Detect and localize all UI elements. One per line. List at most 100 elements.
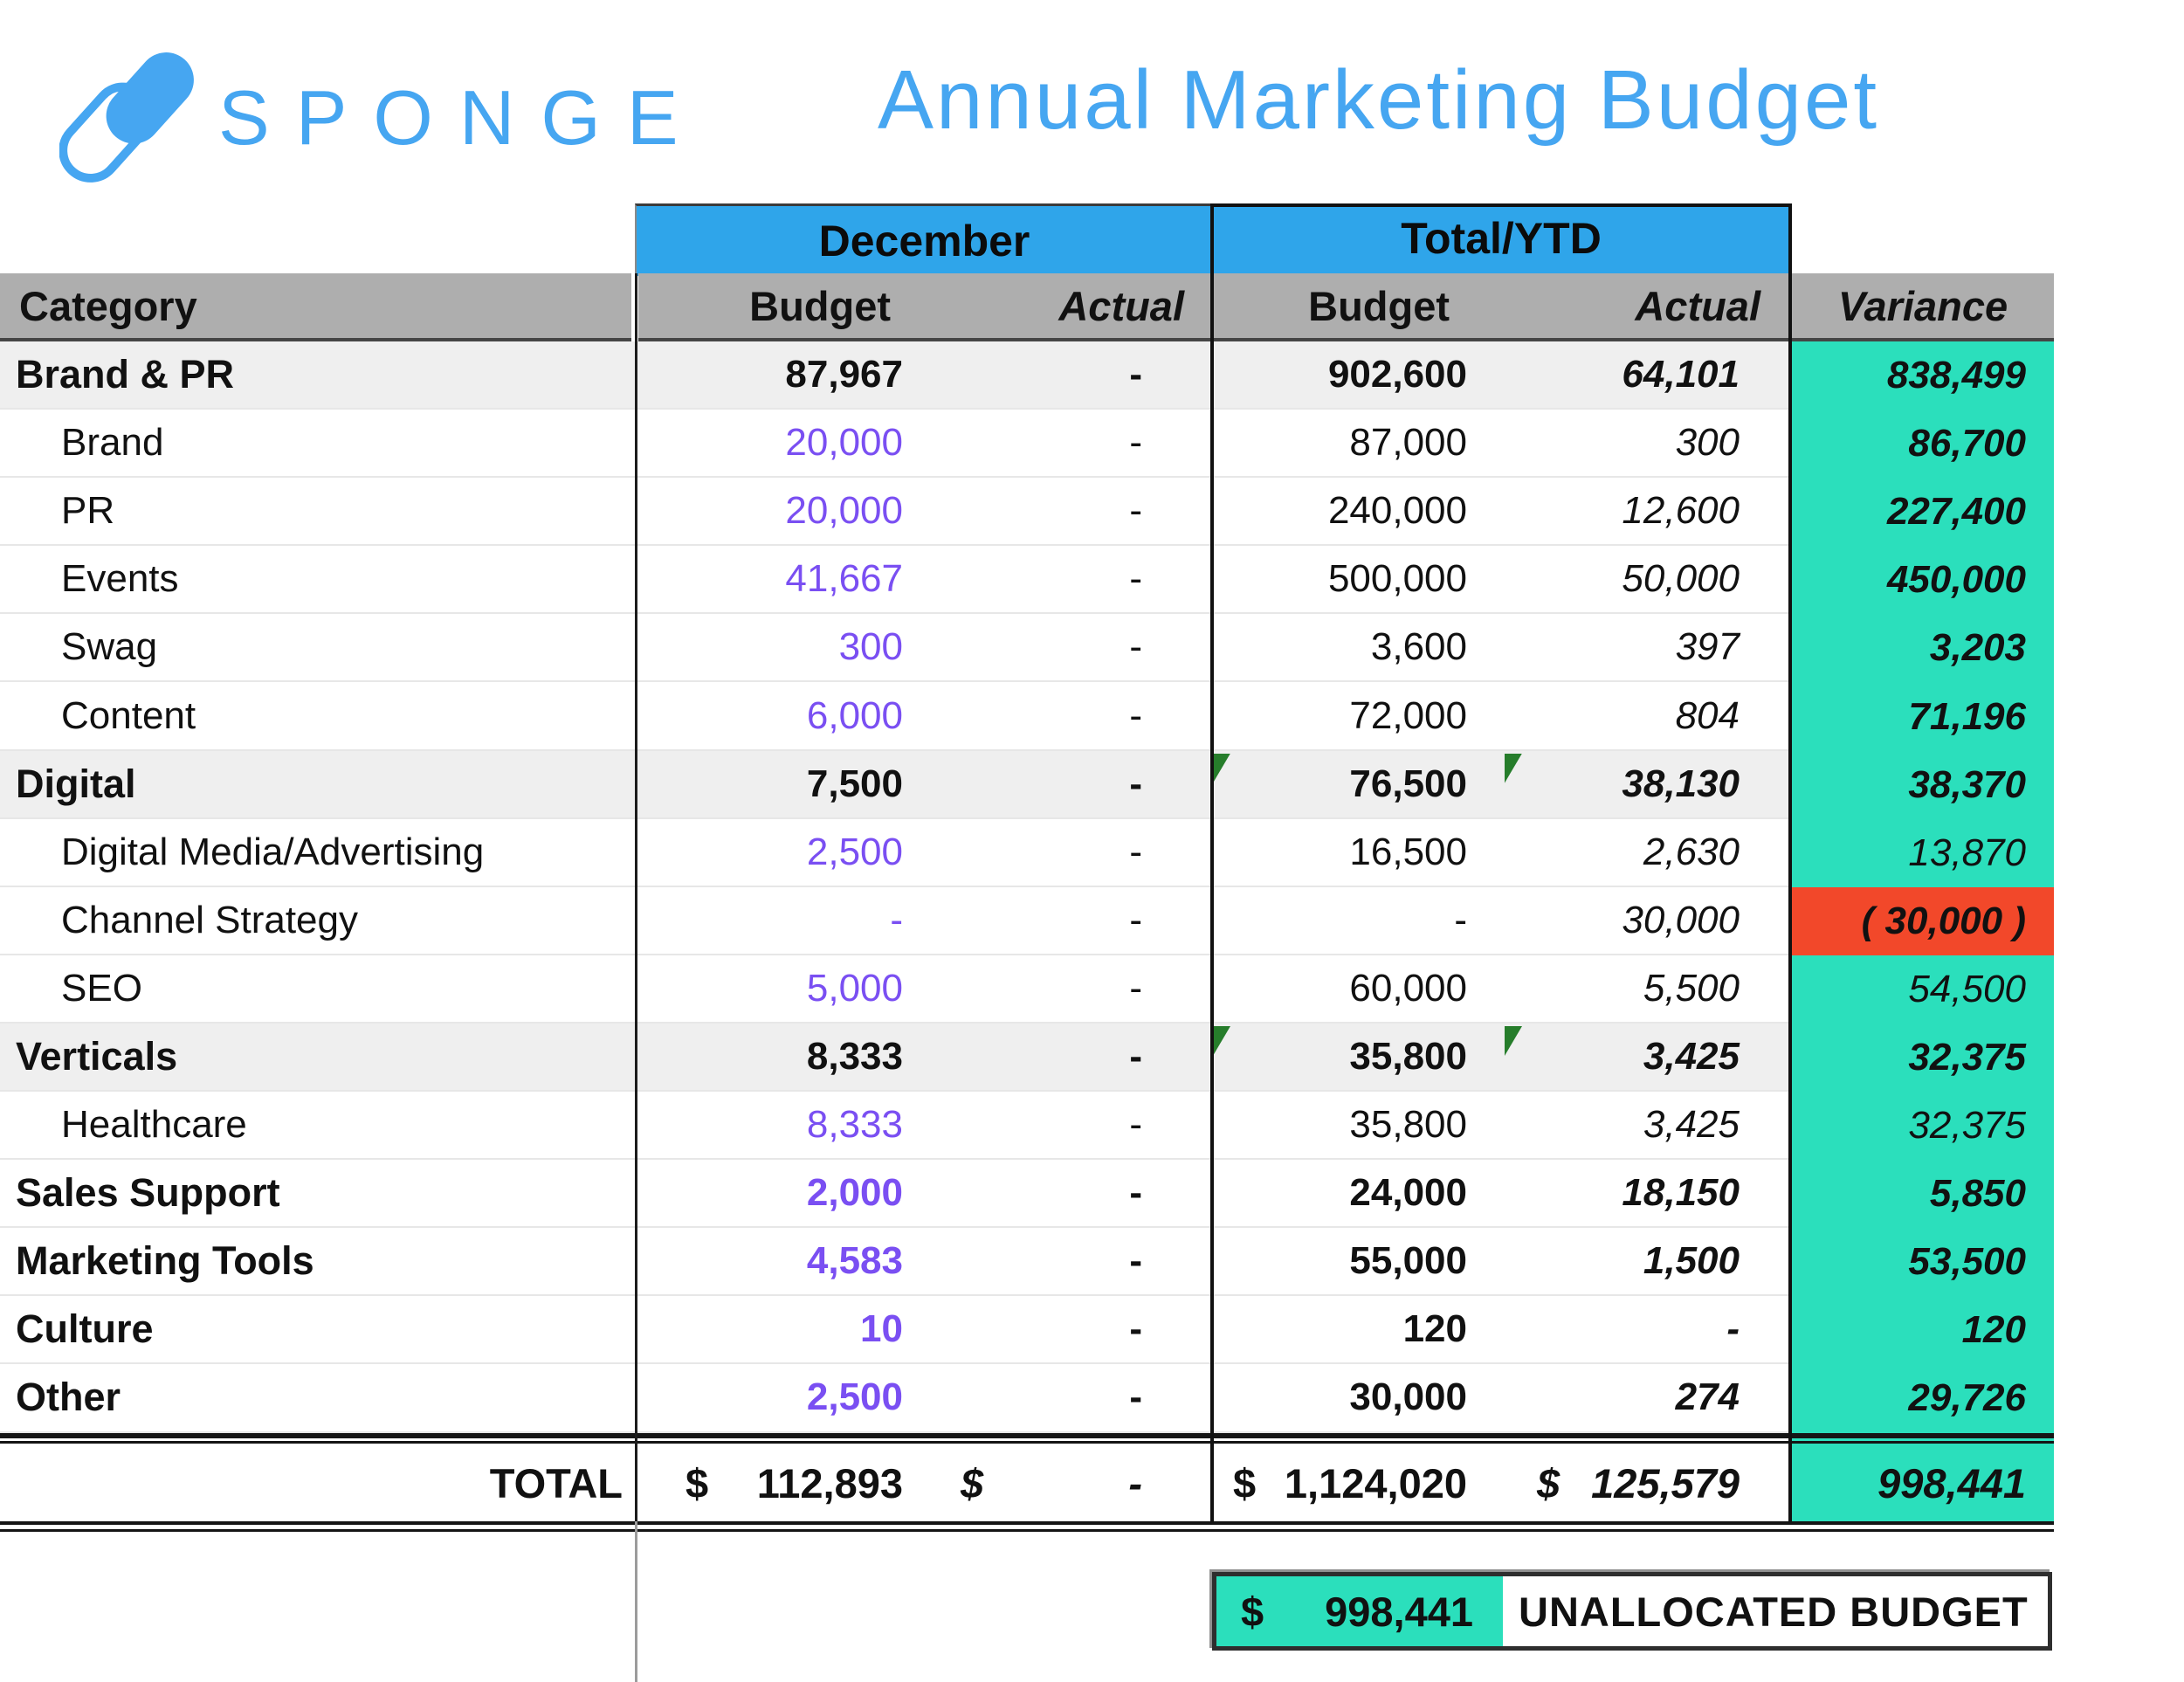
- cell-ytd-actual: 12,600: [1502, 478, 1792, 546]
- cell-category: Marketing Tools: [0, 1228, 635, 1296]
- total-dec-actual-value: -: [1128, 1459, 1142, 1507]
- cell-variance: 5,850: [1792, 1160, 2054, 1228]
- cell-dec-budget: 8,333: [635, 1092, 922, 1160]
- total-ytd-budget: $ 1,124,020: [1210, 1445, 1502, 1520]
- cell-variance: 53,500: [1792, 1228, 2054, 1296]
- cell-dec-budget: 5,000: [635, 955, 922, 1024]
- header-ytd-columns: Budget Actual: [1214, 273, 1792, 341]
- cell-dec-actual: -: [922, 682, 1210, 750]
- cell-dec-actual: -: [922, 1228, 1210, 1296]
- cell-category: Culture: [0, 1296, 635, 1364]
- total-dec-budget: $ 112,893: [635, 1445, 922, 1520]
- header-budget-december: Budget: [638, 273, 922, 338]
- cell-variance: 71,196: [1792, 682, 2054, 750]
- double-rule-bottom-1: [0, 1521, 2054, 1525]
- cell-category: Brand: [0, 410, 635, 478]
- total-row: TOTAL $ 112,893 $ - $ 1,124,020 $ 125,57…: [0, 1445, 2054, 1520]
- header-actual-december: Actual: [922, 273, 1210, 338]
- unallocated-label: UNALLOCATED BUDGET: [1503, 1576, 2048, 1646]
- cell-dec-actual: -: [922, 1364, 1210, 1432]
- cell-ytd-actual: 3,425: [1502, 1092, 1792, 1160]
- cell-dec-budget: 300: [635, 614, 922, 682]
- cell-dec-actual: -: [922, 1296, 1210, 1364]
- cell-dec-actual: -: [922, 614, 1210, 682]
- cell-ytd-budget: -: [1210, 887, 1502, 955]
- cell-ytd-actual: 18,150: [1502, 1160, 1792, 1228]
- header-budget-ytd: Budget: [1214, 273, 1502, 338]
- column-divider-line: [635, 273, 637, 1521]
- cell-category: PR: [0, 478, 635, 546]
- header-category: Category: [0, 273, 631, 341]
- cell-dec-budget: 2,000: [635, 1160, 922, 1228]
- cell-dec-actual: -: [922, 410, 1210, 478]
- cell-ytd-budget: 24,000: [1210, 1160, 1502, 1228]
- total-label: TOTAL: [0, 1445, 635, 1520]
- total-ytd-budget-value: 1,124,020: [1285, 1459, 1467, 1507]
- cell-dec-actual: -: [922, 478, 1210, 546]
- cell-dec-actual: -: [922, 751, 1210, 819]
- logo-text: SPONGE: [218, 73, 705, 162]
- cell-variance: 3,203: [1792, 614, 2054, 682]
- cell-dec-actual: -: [922, 887, 1210, 955]
- error-flag-icon: [1505, 1026, 1522, 1056]
- cell-category: Digital: [0, 751, 635, 819]
- cell-ytd-budget: 500,000: [1210, 546, 1502, 614]
- cell-ytd-actual: 274: [1502, 1364, 1792, 1432]
- cell-ytd-actual: 38,130: [1502, 751, 1792, 819]
- dollar-sign: $: [1537, 1459, 1560, 1507]
- cell-dec-budget: -: [635, 887, 922, 955]
- cell-variance: 54,500: [1792, 955, 2054, 1024]
- logo: SPONGE: [59, 45, 705, 190]
- cell-ytd-budget: 3,600: [1210, 614, 1502, 682]
- cell-dec-budget: 4,583: [635, 1228, 922, 1296]
- cell-category: Events: [0, 546, 635, 614]
- cell-ytd-actual: 5,500: [1502, 955, 1792, 1024]
- cell-dec-actual: -: [922, 1024, 1210, 1092]
- cell-ytd-actual: 3,425: [1502, 1024, 1792, 1092]
- cell-ytd-budget: 240,000: [1210, 478, 1502, 546]
- total-variance: 998,441: [1792, 1445, 2054, 1520]
- total-ytd-actual-value: 125,579: [1591, 1459, 1740, 1507]
- cell-dec-actual: -: [922, 955, 1210, 1024]
- cell-ytd-budget: 72,000: [1210, 682, 1502, 750]
- cell-dec-budget: 87,967: [635, 341, 922, 410]
- cell-dec-budget: 2,500: [635, 1364, 922, 1432]
- cell-category: Swag: [0, 614, 635, 682]
- cell-ytd-budget: 16,500: [1210, 819, 1502, 887]
- cell-dec-budget: 6,000: [635, 682, 922, 750]
- column-divider-line-extension: [635, 1521, 637, 1682]
- unallocated-amount-cell: $ 998,441: [1216, 1576, 1503, 1646]
- cell-dec-actual: -: [922, 1092, 1210, 1160]
- cell-dec-budget: 20,000: [635, 478, 922, 546]
- cell-ytd-budget: 55,000: [1210, 1228, 1502, 1296]
- cell-variance: 227,400: [1792, 478, 2054, 546]
- cell-variance: 450,000: [1792, 546, 2054, 614]
- cell-variance: 32,375: [1792, 1024, 2054, 1092]
- cell-ytd-actual: 50,000: [1502, 546, 1792, 614]
- cell-category: Content: [0, 682, 635, 750]
- cell-category: Other: [0, 1364, 635, 1432]
- header-december-columns: Budget Actual: [638, 273, 1210, 341]
- cell-ytd-budget: 35,800: [1210, 1024, 1502, 1092]
- cell-dec-budget: 7,500: [635, 751, 922, 819]
- cell-dec-actual: -: [922, 1160, 1210, 1228]
- cell-dec-actual: -: [922, 546, 1210, 614]
- double-rule-top-2: [0, 1441, 2054, 1444]
- cell-dec-actual: -: [922, 819, 1210, 887]
- cell-ytd-budget: 902,600: [1210, 341, 1502, 410]
- cell-ytd-actual: 804: [1502, 682, 1792, 750]
- cell-dec-actual: -: [922, 341, 1210, 410]
- cell-dec-budget: 41,667: [635, 546, 922, 614]
- total-dec-actual: $ -: [922, 1445, 1210, 1520]
- cell-variance: ( 30,000 ): [1792, 887, 2054, 955]
- double-rule-bottom-2: [0, 1529, 2054, 1532]
- cell-category: Verticals: [0, 1024, 635, 1092]
- error-flag-icon: [1505, 754, 1522, 783]
- cell-category: Brand & PR: [0, 341, 635, 410]
- cell-ytd-actual: 397: [1502, 614, 1792, 682]
- cell-ytd-actual: -: [1502, 1296, 1792, 1364]
- header-variance: Variance: [1792, 273, 2054, 341]
- table-body: Brand & PR87,967-902,60064,101838,499Bra…: [0, 341, 2054, 1433]
- error-flag-icon: [1213, 1026, 1230, 1056]
- cell-ytd-budget: 60,000: [1210, 955, 1502, 1024]
